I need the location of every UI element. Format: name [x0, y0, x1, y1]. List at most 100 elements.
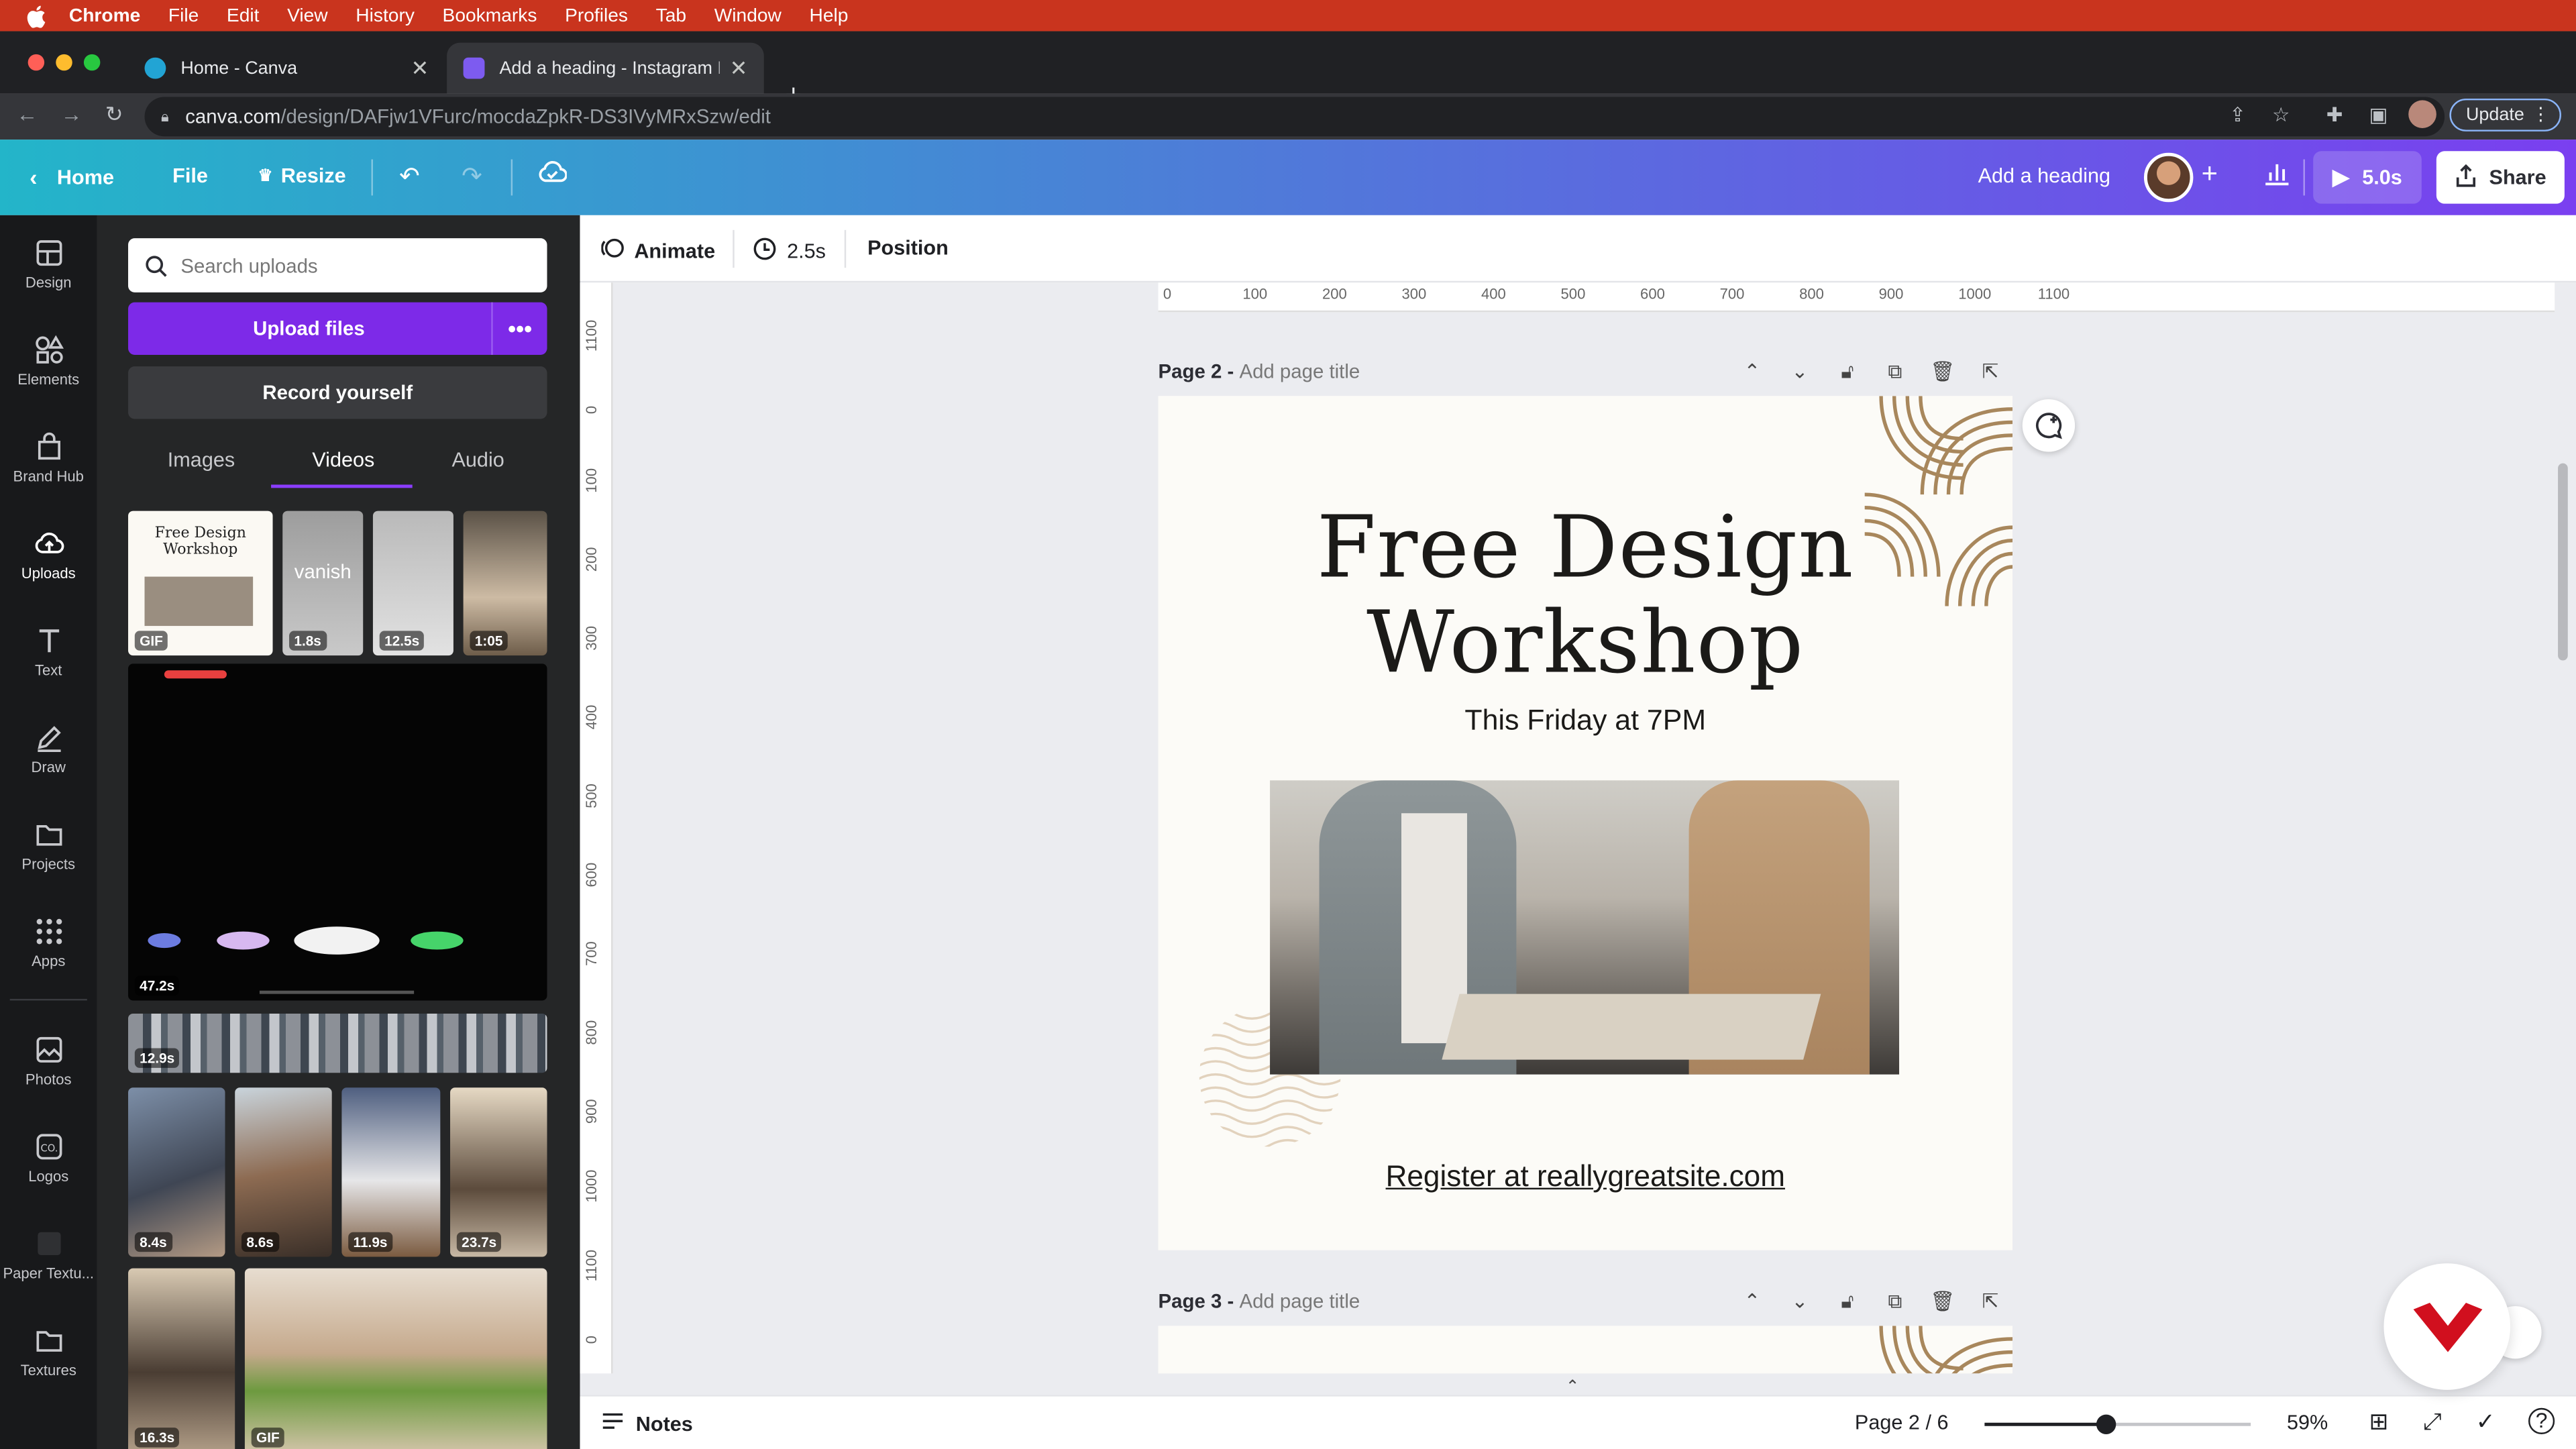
page-indicator[interactable]: Page 2 / 6 [1855, 1411, 1949, 1434]
menu-app-name[interactable]: Chrome [69, 6, 140, 25]
resize-button[interactable]: ♛ Resize [258, 164, 345, 187]
lock-page-icon[interactable]: 🔓︎ [1823, 1289, 1871, 1314]
timing-button[interactable]: 2.5s [753, 237, 826, 266]
upload-thumbnail[interactable]: 12.9s [128, 1014, 547, 1073]
menu-window[interactable]: Window [714, 6, 782, 25]
tab-images[interactable]: Images [168, 449, 235, 472]
lock-page-icon[interactable]: 🔓︎ [1823, 360, 1871, 384]
grid-view-icon[interactable]: ⊞ [2369, 1408, 2388, 1436]
chevron-down-icon[interactable]: ⌄ [1776, 1289, 1823, 1314]
workshop-photo[interactable] [1270, 780, 1900, 1075]
rail-logos[interactable]: CO. Logos [0, 1132, 97, 1185]
insights-chart-icon[interactable] [2264, 161, 2290, 193]
back-arrow-icon[interactable]: ← [16, 102, 38, 127]
forward-arrow-icon[interactable]: → [61, 102, 83, 127]
tab-videos[interactable]: Videos [312, 449, 374, 472]
add-collaborator-icon[interactable]: + [2202, 158, 2218, 191]
present-button[interactable]: ▶ 5.0s [2313, 151, 2422, 204]
close-tab-icon[interactable]: ✕ [411, 55, 429, 81]
profile-avatar[interactable] [2408, 100, 2436, 129]
add-page-title-input[interactable]: Add page title [1239, 360, 1360, 382]
canvas-scrollbar[interactable] [2558, 463, 2568, 661]
design-subtitle[interactable]: This Friday at 7PM [1159, 703, 2012, 737]
design-page-3[interactable] [1158, 1326, 2013, 1374]
menu-tab[interactable]: Tab [656, 6, 686, 25]
duplicate-page-icon[interactable]: ⧉ [1871, 360, 1919, 384]
upload-thumbnail[interactable]: Free Design Workshop GIF [128, 511, 273, 656]
rail-paper-textures[interactable]: Paper Textu... [0, 1229, 97, 1281]
extensions-puzzle-icon[interactable]: ✚ [2326, 103, 2343, 126]
delete-page-icon[interactable]: 🗑︎ [1919, 1289, 1966, 1314]
bookmark-star-icon[interactable]: ☆ [2272, 103, 2290, 126]
share-page-icon[interactable]: ⇪ [2229, 103, 2246, 126]
check-circle-icon[interactable]: ✓ [2476, 1408, 2496, 1436]
address-bar[interactable]: 🔒︎ canva.com /design/DAFjw1VFurc/mocdaZp… [144, 97, 2445, 137]
chevron-up-icon[interactable]: ⌃ [1728, 360, 1776, 384]
rail-uploads[interactable]: Uploads [0, 529, 97, 582]
upload-thumbnail[interactable]: 11.9s [341, 1087, 441, 1257]
close-window-button[interactable] [28, 54, 45, 71]
menu-view[interactable]: View [287, 6, 328, 25]
menu-help[interactable]: Help [810, 6, 849, 25]
rail-elements[interactable]: Elements [0, 335, 97, 388]
add-page-title-input[interactable]: Add page title [1239, 1289, 1360, 1312]
tab-audio[interactable]: Audio [451, 449, 504, 472]
upload-thumbnail[interactable]: vanish 1.8s [282, 511, 364, 656]
fullscreen-icon[interactable]: ⤢ [2423, 1408, 2441, 1436]
add-comment-button[interactable] [2022, 399, 2076, 452]
rail-text[interactable]: Text [0, 626, 97, 678]
duplicate-page-icon[interactable]: ⧉ [1871, 1289, 1919, 1314]
expand-pages-chevron-icon[interactable]: ⌃ [1566, 1379, 1589, 1395]
notes-button[interactable]: Notes [601, 1411, 693, 1436]
menu-file[interactable]: File [168, 6, 199, 25]
browser-tab-design[interactable]: Add a heading - Instagram Pos ✕ [447, 42, 764, 94]
reload-icon[interactable]: ↻ [105, 102, 123, 128]
add-page-icon[interactable]: ⇱ [1966, 1289, 2014, 1314]
side-panel-icon[interactable]: ▣ [2369, 103, 2387, 126]
rail-brand-hub[interactable]: Brand Hub [0, 432, 97, 484]
apple-icon[interactable] [23, 3, 49, 29]
menu-edit[interactable]: Edit [227, 6, 260, 25]
browser-tab-home[interactable]: Home - Canva ✕ [128, 43, 445, 94]
register-link-text[interactable]: Register at reallygreatsite.com [1159, 1160, 2012, 1194]
design-title[interactable]: Add a heading [1978, 164, 2110, 187]
design-page-2[interactable]: Free Design Workshop This Friday at 7PM … [1158, 396, 2013, 1250]
upload-thumbnail[interactable]: 16.3s [128, 1268, 235, 1449]
design-heading-line-1[interactable]: Free Design [1159, 501, 2012, 596]
zoom-slider-knob[interactable] [2096, 1414, 2116, 1434]
zoom-window-button[interactable] [83, 54, 101, 71]
home-button[interactable]: ‹ Home [30, 164, 114, 191]
upload-thumbnail[interactable]: 8.4s [128, 1087, 225, 1257]
rail-textures[interactable]: Textures [0, 1326, 97, 1379]
rail-draw[interactable]: Draw [0, 723, 97, 775]
zoom-slider[interactable] [1984, 1414, 2251, 1434]
cloud-saved-icon[interactable] [537, 161, 568, 191]
collaborator-avatar[interactable] [2143, 152, 2194, 203]
search-uploads-input[interactable]: Search uploads [128, 238, 547, 292]
upload-thumbnail[interactable]: 12.5s [372, 511, 453, 656]
rail-photos[interactable]: Photos [0, 1035, 97, 1087]
animate-button[interactable]: Animate [600, 237, 715, 265]
chevron-down-icon[interactable]: ⌄ [1776, 360, 1823, 384]
update-button[interactable]: Update ⋮ [2449, 98, 2561, 131]
position-button[interactable]: Position [867, 237, 949, 260]
rail-projects[interactable]: Projects [0, 820, 97, 872]
share-button[interactable]: Share [2436, 151, 2565, 204]
undo-icon[interactable]: ↶ [399, 161, 420, 191]
menu-profiles[interactable]: Profiles [565, 6, 628, 25]
file-menu-button[interactable]: File [172, 164, 208, 187]
upload-thumbnail[interactable]: 8.6s [235, 1087, 332, 1257]
upload-thumbnail[interactable]: 1:05 [463, 511, 547, 656]
delete-page-icon[interactable]: 🗑︎ [1919, 360, 1966, 384]
menu-bookmarks[interactable]: Bookmarks [443, 6, 537, 25]
help-icon[interactable]: ? [2528, 1407, 2555, 1434]
chevron-up-icon[interactable]: ⌃ [1728, 1289, 1776, 1314]
minimize-window-button[interactable] [56, 54, 72, 71]
design-heading-line-2[interactable]: Workshop [1159, 596, 2012, 692]
record-yourself-button[interactable]: Record yourself [128, 366, 547, 419]
zoom-level[interactable]: 59% [2287, 1411, 2328, 1434]
upload-files-button[interactable]: Upload files ••• [128, 302, 547, 355]
upload-thumbnail[interactable]: 23.7s [450, 1087, 547, 1257]
menu-history[interactable]: History [356, 6, 415, 25]
upload-thumbnail[interactable]: 47.2s [128, 663, 547, 1001]
